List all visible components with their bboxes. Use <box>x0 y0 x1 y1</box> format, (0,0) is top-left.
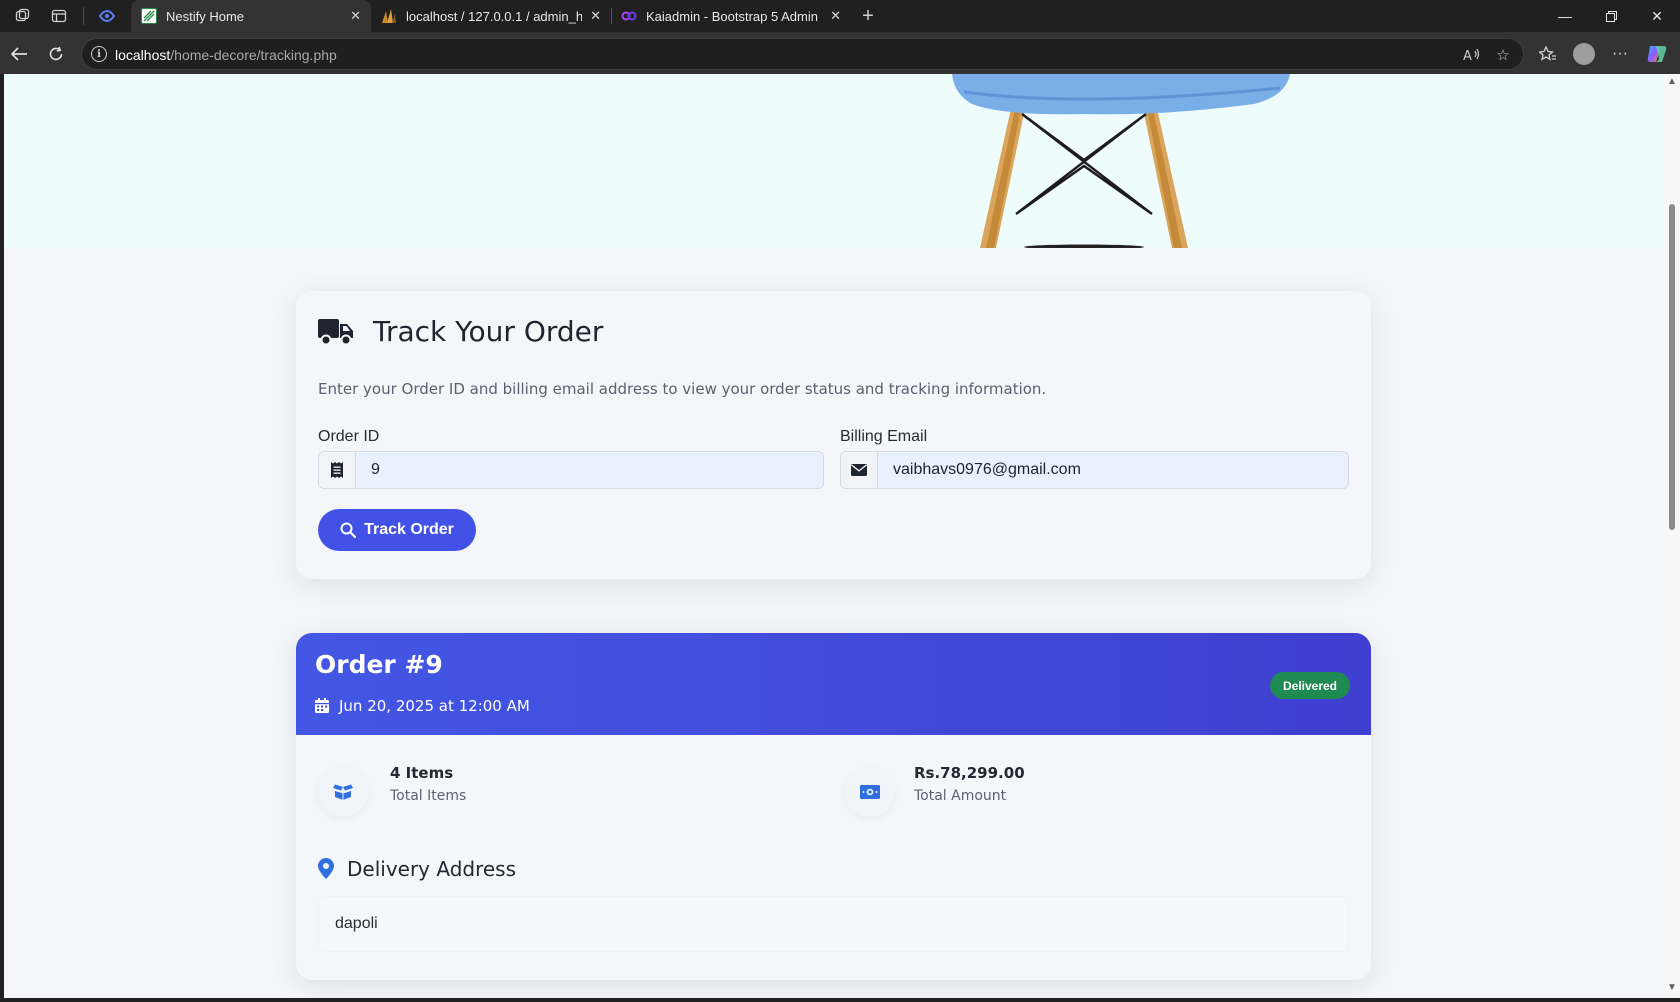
delivery-address-box: dapoli <box>318 896 1349 952</box>
address-bar[interactable]: i localhost/home-decore/tracking.php A ☆ <box>81 38 1524 70</box>
delivery-address-text: dapoli <box>335 915 378 932</box>
minimize-icon[interactable]: — <box>1542 0 1588 32</box>
new-tab-icon[interactable]: + <box>858 5 878 27</box>
track-description: Enter your Order ID and billing email ad… <box>318 380 1047 398</box>
hero-banner <box>4 74 1663 248</box>
kaiadmin-favicon-icon <box>621 8 637 24</box>
pinned-tab-icon[interactable] <box>97 6 117 26</box>
close-tab-icon[interactable]: ✕ <box>830 8 841 24</box>
close-window-icon[interactable]: ✕ <box>1634 0 1680 32</box>
scroll-up-arrow-icon[interactable]: ▲ <box>1667 76 1677 87</box>
scrollbar-thumb[interactable] <box>1669 204 1675 530</box>
scroll-down-arrow-icon[interactable]: ▼ <box>1667 982 1677 993</box>
restore-icon[interactable] <box>1588 0 1634 32</box>
favorite-star-icon[interactable]: ☆ <box>1493 45 1513 65</box>
envelope-icon <box>841 452 878 488</box>
page-title: Track Your Order <box>373 315 604 348</box>
track-order-button[interactable]: Track Order <box>318 509 476 551</box>
copilot-icon[interactable] <box>1645 42 1669 66</box>
delivery-address-heading: Delivery Address <box>347 857 517 881</box>
order-id-value: 9 <box>371 461 380 478</box>
browser-tab-bar: Nestify Home ✕ localhost / 127.0.0.1 / a… <box>0 0 1680 32</box>
order-number: Order #9 <box>315 650 443 679</box>
url-text: localhost/home-decore/tracking.php <box>115 47 337 63</box>
money-icon <box>845 767 895 817</box>
order-id-label: Order ID <box>318 428 380 445</box>
tab-title: Nestify Home <box>166 8 245 24</box>
status-badge: Delivered <box>1270 672 1350 699</box>
read-aloud-icon[interactable]: A <box>1462 45 1482 65</box>
workspaces-icon[interactable] <box>13 6 33 26</box>
tab-phpmyadmin[interactable]: localhost / 127.0.0.1 / admin_hom ✕ <box>371 0 611 32</box>
reload-icon[interactable] <box>44 42 68 66</box>
track-order-button-label: Track Order <box>364 521 454 538</box>
site-info-icon[interactable]: i <box>91 46 107 62</box>
profile-avatar[interactable] <box>1572 42 1596 66</box>
order-header: Order #9 Jun 20, 2025 at 12:00 AM Delive… <box>296 633 1371 735</box>
svg-text:A: A <box>1463 49 1472 63</box>
total-amount-label: Total Amount <box>914 788 1007 804</box>
order-id-field[interactable]: 9 <box>318 451 824 489</box>
page-scrollbar[interactable]: ▲ ▼ <box>1663 74 1680 998</box>
back-icon[interactable] <box>7 42 31 66</box>
track-order-card: Track Your Order Enter your Order ID and… <box>296 291 1371 579</box>
more-options-icon[interactable]: ··· <box>1608 42 1632 66</box>
truck-icon <box>318 317 354 352</box>
nestify-favicon-icon <box>141 8 157 24</box>
total-items-label: Total Items <box>390 788 467 804</box>
billing-email-value: vaibhavs0976@gmail.com <box>893 461 1081 478</box>
tab-title: Kaiadmin - Bootstrap 5 Admin Da <box>646 8 823 24</box>
calendar-icon <box>315 698 329 718</box>
boxes-icon <box>318 767 368 817</box>
favorites-icon[interactable] <box>1536 42 1560 66</box>
search-icon <box>340 522 357 538</box>
map-pin-icon <box>318 858 334 884</box>
chair-image <box>952 74 1290 248</box>
receipt-icon <box>319 452 356 488</box>
tab-kaiadmin[interactable]: Kaiadmin - Bootstrap 5 Admin Da ✕ <box>611 0 851 32</box>
billing-email-field[interactable]: vaibhavs0976@gmail.com <box>840 451 1349 489</box>
tab-nestify-home[interactable]: Nestify Home ✕ <box>131 0 371 32</box>
total-amount-value: Rs.78,299.00 <box>914 764 1025 782</box>
phpmyadmin-favicon-icon <box>381 8 397 24</box>
tab-title: localhost / 127.0.0.1 / admin_hom <box>406 8 583 24</box>
vertical-tabs-icon[interactable] <box>49 6 69 26</box>
close-tab-icon[interactable]: ✕ <box>350 8 361 24</box>
tab-bar-divider <box>83 7 84 25</box>
order-details-card: Order #9 Jun 20, 2025 at 12:00 AM Delive… <box>296 633 1371 980</box>
total-items-value: 4 Items <box>390 764 454 782</box>
page-viewport: Track Your Order Enter your Order ID and… <box>4 74 1663 998</box>
close-tab-icon[interactable]: ✕ <box>590 8 601 24</box>
order-date: Jun 20, 2025 at 12:00 AM <box>339 697 530 715</box>
billing-email-label: Billing Email <box>840 428 928 445</box>
